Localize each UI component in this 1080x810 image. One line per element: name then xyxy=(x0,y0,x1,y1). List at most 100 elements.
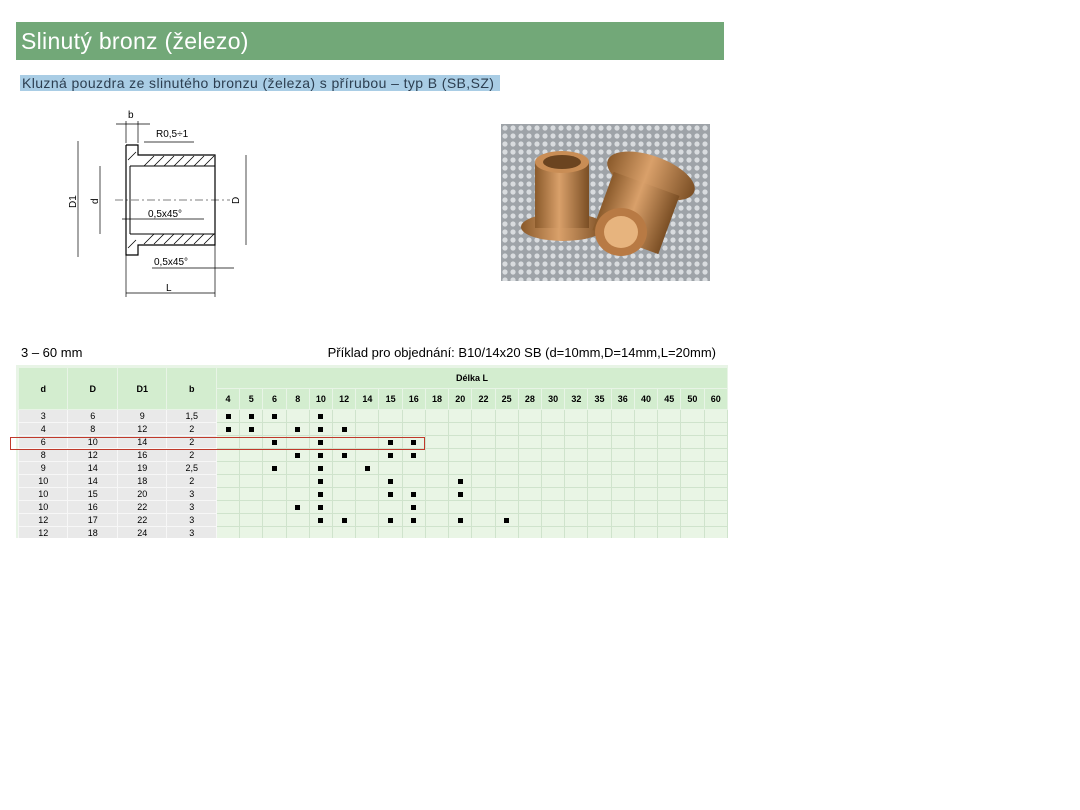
availability-cell xyxy=(633,448,659,462)
availability-cell xyxy=(610,422,635,436)
availability-cell xyxy=(471,448,496,462)
cell-D: 14 xyxy=(67,474,118,488)
availability-cell xyxy=(448,500,473,514)
length-header: 14 xyxy=(355,388,380,410)
table-row: 4 8 12 2 xyxy=(17,422,728,436)
col-header-D1: D1 xyxy=(116,367,168,410)
availability-cell xyxy=(378,461,403,475)
availability-cell xyxy=(355,513,380,527)
length-header: 36 xyxy=(610,388,635,410)
availability-cell xyxy=(517,513,543,527)
availability-cell xyxy=(703,487,728,501)
availability-marker xyxy=(332,422,357,436)
availability-cell xyxy=(680,422,705,436)
availability-marker xyxy=(239,422,264,436)
availability-cell xyxy=(424,448,450,462)
availability-cell xyxy=(494,526,519,538)
cell-D1: 9 xyxy=(116,409,168,423)
availability-marker xyxy=(262,461,287,475)
cell-D1: 12 xyxy=(116,422,168,436)
availability-cell xyxy=(610,487,635,501)
availability-marker xyxy=(378,474,403,488)
availability-cell xyxy=(262,526,287,538)
availability-cell xyxy=(564,448,589,462)
availability-cell xyxy=(494,474,519,488)
availability-marker xyxy=(308,474,334,488)
availability-cell xyxy=(610,461,635,475)
availability-cell xyxy=(680,435,705,449)
availability-cell xyxy=(517,422,543,436)
cell-D1: 19 xyxy=(116,461,168,475)
availability-cell xyxy=(610,526,635,538)
availability-cell xyxy=(610,513,635,527)
availability-cell xyxy=(564,526,589,538)
cell-d: 10 xyxy=(17,474,69,488)
availability-cell xyxy=(680,409,705,423)
availability-cell xyxy=(564,487,589,501)
cell-d: 8 xyxy=(17,448,69,462)
availability-cell xyxy=(610,448,635,462)
availability-cell xyxy=(703,435,728,449)
availability-cell xyxy=(657,422,682,436)
availability-cell xyxy=(633,409,659,423)
availability-cell xyxy=(587,461,612,475)
cell-b: 3 xyxy=(166,500,217,514)
availability-marker xyxy=(308,448,334,462)
availability-marker xyxy=(308,422,334,436)
availability-cell xyxy=(680,461,705,475)
availability-cell xyxy=(680,448,705,462)
availability-cell xyxy=(332,461,357,475)
availability-cell xyxy=(657,461,682,475)
cell-d: 12 xyxy=(17,526,69,538)
availability-marker xyxy=(215,422,241,436)
availability-cell xyxy=(262,513,287,527)
availability-marker xyxy=(215,409,241,423)
availability-marker xyxy=(378,513,403,527)
availability-cell xyxy=(564,461,589,475)
availability-cell xyxy=(540,448,566,462)
highlighted-row-frame xyxy=(10,437,425,450)
dimension-table: d D D1 b Délka L 4 5 6 8 10 12 14 15 16 18 20 22 25 28 30 32… xyxy=(17,367,728,538)
length-header: 28 xyxy=(517,388,543,410)
availability-cell xyxy=(680,474,705,488)
cell-b: 2 xyxy=(166,474,217,488)
availability-cell xyxy=(262,422,287,436)
availability-cell xyxy=(239,461,264,475)
availability-cell xyxy=(564,409,589,423)
availability-cell xyxy=(657,409,682,423)
availability-cell xyxy=(424,409,450,423)
cell-d: 10 xyxy=(17,500,69,514)
length-header: 20 xyxy=(448,388,473,410)
availability-cell xyxy=(424,500,450,514)
availability-cell xyxy=(540,435,566,449)
availability-cell xyxy=(355,526,380,538)
cell-d: 12 xyxy=(17,513,69,527)
availability-cell xyxy=(703,461,728,475)
availability-cell xyxy=(239,448,264,462)
availability-cell xyxy=(680,513,705,527)
cell-b: 1,5 xyxy=(166,409,217,423)
availability-cell xyxy=(680,500,705,514)
availability-cell xyxy=(471,526,496,538)
availability-cell xyxy=(494,500,519,514)
availability-cell xyxy=(610,474,635,488)
subtitle-text: Kluzná pouzdra ze slinutého bronzu (žele… xyxy=(20,75,501,91)
availability-cell xyxy=(471,435,496,449)
availability-marker xyxy=(401,487,426,501)
availability-cell xyxy=(633,435,659,449)
cell-D1: 16 xyxy=(116,448,168,462)
cell-b: 3 xyxy=(166,513,217,527)
availability-cell xyxy=(262,500,287,514)
table-row: 10 16 22 3 xyxy=(17,500,728,514)
availability-cell xyxy=(657,487,682,501)
availability-marker xyxy=(285,500,310,514)
cell-D: 12 xyxy=(67,448,118,462)
availability-cell xyxy=(587,422,612,436)
availability-marker xyxy=(262,409,287,423)
cell-D1: 20 xyxy=(116,487,168,501)
availability-marker xyxy=(332,513,357,527)
availability-cell xyxy=(285,461,310,475)
availability-cell xyxy=(633,422,659,436)
availability-marker xyxy=(285,422,310,436)
cell-b: 2 xyxy=(166,448,217,462)
